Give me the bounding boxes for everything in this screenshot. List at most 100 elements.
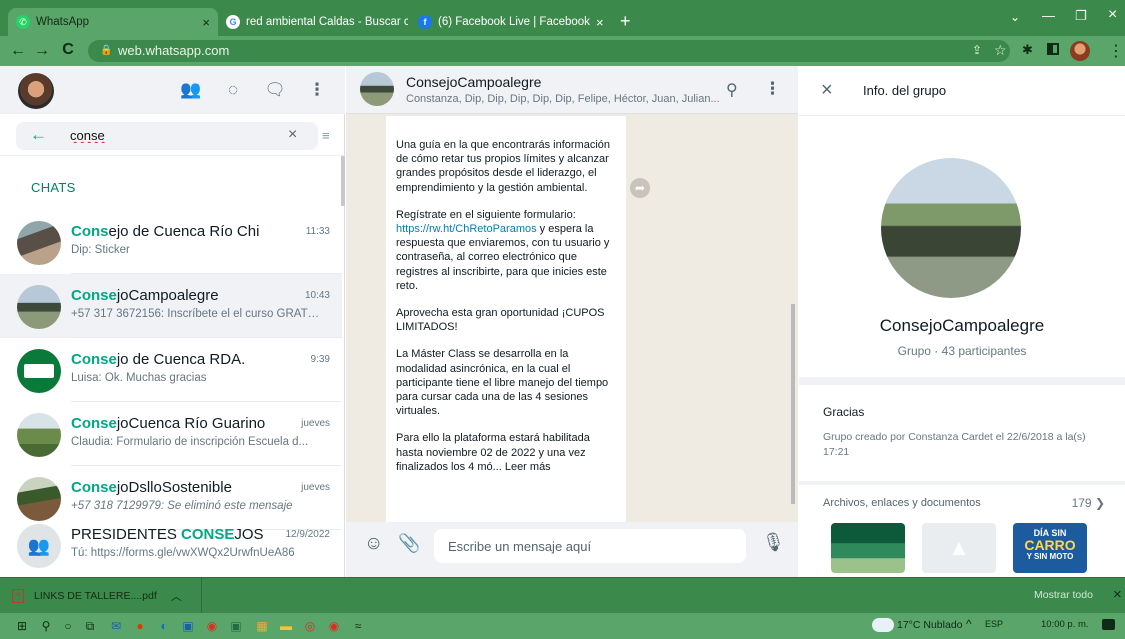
message-bubble[interactable]: Una guía en la que encontrarás informaci…: [386, 116, 626, 522]
conversation-title: ConsejoCampoalegre: [406, 74, 542, 90]
pomca-logo-icon: [24, 364, 54, 378]
browser-menu-icon[interactable]: ⋮: [1108, 41, 1124, 61]
group-participant-count[interactable]: Grupo · 43 participantes: [799, 344, 1125, 358]
app-icon[interactable]: ◎: [302, 618, 318, 634]
chat-time: jueves: [301, 482, 330, 493]
tab-whatsapp[interactable]: ✆ WhatsApp ×: [8, 8, 218, 36]
close-download-bar-icon[interactable]: ×: [1113, 586, 1122, 603]
search-icon[interactable]: ⚲: [726, 80, 738, 100]
chat-title: ConsejoCuenca Río Guarino: [71, 415, 266, 432]
show-all-downloads-button[interactable]: Mostrar todo: [1034, 589, 1093, 601]
chat-item[interactable]: 👥 PRESIDENTES CONSEJOS 12/9/2022 Tú: htt…: [0, 513, 342, 577]
group-created-info: Grupo creado por Constanza Cardet el 22/…: [823, 431, 1086, 458]
message-paragraph: Aprovecha esta gran oportunidad ¡CUPOS L…: [396, 307, 605, 334]
conversation-menu-icon[interactable]: ⋮: [764, 79, 781, 99]
chrome-profile-icon[interactable]: ◉: [326, 618, 342, 634]
tab-search-icon[interactable]: ⌄: [1010, 10, 1020, 24]
chat-last-message: +57 317 3672156: Inscríbete el el curso …: [71, 308, 326, 320]
bookmark-star-icon[interactable]: ☆: [994, 42, 1007, 59]
chat-list-scrollbar[interactable]: [341, 156, 345, 206]
message-paragraph: Regístrate en el siguiente formulario: ht…: [396, 208, 610, 292]
reload-icon[interactable]: C: [56, 41, 80, 59]
close-tab-icon[interactable]: ×: [590, 15, 604, 30]
mail-icon[interactable]: ✉: [108, 618, 124, 634]
image-placeholder-thumbnail[interactable]: ▲: [922, 523, 996, 573]
conversation-avatar[interactable]: [360, 72, 394, 106]
chrome-icon[interactable]: ◉: [204, 618, 220, 634]
close-icon[interactable]: ×: [821, 79, 833, 102]
weather-icon[interactable]: [872, 618, 894, 632]
edge-icon[interactable]: ◐: [156, 618, 172, 634]
clear-search-icon[interactable]: ×: [288, 126, 297, 144]
forward-icon[interactable]: ➦: [630, 178, 650, 198]
extensions-icon[interactable]: ✱: [1022, 42, 1033, 58]
search-input[interactable]: [70, 128, 270, 143]
clock[interactable]: 10:00 p. m.: [1041, 619, 1089, 630]
app-icon[interactable]: ≈: [350, 618, 366, 634]
new-tab-button[interactable]: +: [620, 11, 631, 32]
word-icon[interactable]: ▣: [180, 618, 196, 634]
message-link[interactable]: https://rw.ht/ChRetoParamos: [396, 223, 537, 235]
status-icon[interactable]: ◌: [222, 80, 244, 102]
tab-label: (6) Facebook Live | Facebook: [438, 16, 590, 28]
download-item[interactable]: ✕ LINKS DE TALLERE....pdf ︿: [12, 578, 202, 614]
share-icon[interactable]: ⇪: [972, 43, 982, 57]
new-chat-icon[interactable]: 🗨: [264, 80, 286, 102]
microphone-icon[interactable]: 🎙: [762, 532, 785, 553]
chat-avatar: [17, 413, 61, 457]
minimize-icon[interactable]: —: [1042, 8, 1055, 23]
communities-icon[interactable]: 👥: [180, 80, 202, 102]
side-panel-icon[interactable]: [1047, 43, 1059, 55]
chat-item[interactable]: ConsejoCuenca Río Guarino jueves Claudia…: [0, 402, 342, 466]
weather-text[interactable]: 17°C Nublado: [897, 619, 963, 631]
chat-item[interactable]: Consejo de Cuenca RDA. 9:39 Luisa: Ok. M…: [0, 338, 342, 402]
media-thumbnail[interactable]: [831, 523, 905, 573]
message-input[interactable]: [434, 529, 746, 563]
explorer-icon[interactable]: ▬: [278, 618, 294, 634]
conversation-header[interactable]: ConsejoCampoalegre Constanza, Dip, Dip, …: [346, 66, 798, 114]
chevron-up-icon[interactable]: ︿: [171, 588, 182, 604]
profile-avatar-icon[interactable]: [1070, 41, 1090, 61]
chevron-up-icon[interactable]: ^: [966, 617, 972, 631]
language-indicator[interactable]: ESP: [985, 619, 1003, 629]
chat-avatar: [17, 349, 61, 393]
cortana-icon[interactable]: ○: [60, 618, 76, 634]
menu-icon[interactable]: ⋮: [306, 80, 328, 102]
pdf-file-icon: ✕: [12, 589, 24, 603]
media-files-card[interactable]: Archivos, enlaces y documentos 179 ❯ ▲ D…: [799, 485, 1125, 577]
conversation-scrollbar[interactable]: [791, 304, 795, 504]
download-bar: ✕ LINKS DE TALLERE....pdf ︿ Mostrar todo…: [0, 577, 1125, 614]
office-icon[interactable]: ●: [132, 618, 148, 634]
filter-icon[interactable]: ≡: [322, 128, 330, 143]
tab-google-search[interactable]: G red ambiental Caldas - Buscar co ×: [218, 8, 408, 36]
message-paragraph: Una guía en la que encontrarás informaci…: [396, 139, 611, 194]
window-close-icon[interactable]: ×: [1108, 6, 1117, 24]
chat-time: 10:43: [304, 290, 330, 301]
notification-icon[interactable]: [1102, 619, 1115, 630]
my-profile-avatar[interactable]: [18, 73, 54, 109]
group-photo[interactable]: [881, 158, 1021, 298]
media-thumbnail-dia-sin-carro[interactable]: DÍA SIN CARRO Y SIN MOTO: [1013, 523, 1087, 573]
restore-icon[interactable]: ❐: [1075, 8, 1087, 24]
chat-item-selected[interactable]: ConsejoCampoalegre 10:43 +57 317 3672156…: [0, 274, 342, 338]
message-paragraph: La Máster Class se desarrolla en la moda…: [396, 348, 609, 418]
tab-facebook[interactable]: f (6) Facebook Live | Facebook ×: [410, 8, 610, 36]
photos-icon[interactable]: ▦: [254, 618, 270, 634]
group-info-title: Info. del grupo: [863, 83, 947, 98]
forward-arrow-icon[interactable]: →: [30, 42, 54, 60]
excel-icon[interactable]: ▣: [228, 618, 244, 634]
back-arrow-icon[interactable]: ←: [30, 125, 47, 145]
attach-icon[interactable]: 📎: [398, 533, 420, 554]
chat-item[interactable]: Consejo de Cuenca Río Chi 11:33 Dip: Sti…: [0, 210, 342, 274]
back-arrow-icon[interactable]: ←: [6, 42, 30, 60]
emoji-icon[interactable]: ☺: [364, 533, 383, 555]
close-tab-icon[interactable]: ×: [196, 15, 210, 30]
search-icon[interactable]: ⚲: [38, 618, 54, 634]
message-composer: ☺ 📎 🎙: [346, 522, 798, 577]
group-name: ConsejoCampoalegre: [879, 316, 1045, 335]
task-view-icon[interactable]: ⧉: [82, 618, 98, 634]
google-favicon-icon: G: [226, 15, 240, 29]
windows-start-icon[interactable]: ⊞: [14, 618, 30, 634]
address-bar[interactable]: 🔒 web.whatsapp.com: [88, 40, 1010, 62]
browser-toolbar: ← → C 🔒 web.whatsapp.com ⇪ ☆ ✱ ⋮: [0, 36, 1125, 66]
